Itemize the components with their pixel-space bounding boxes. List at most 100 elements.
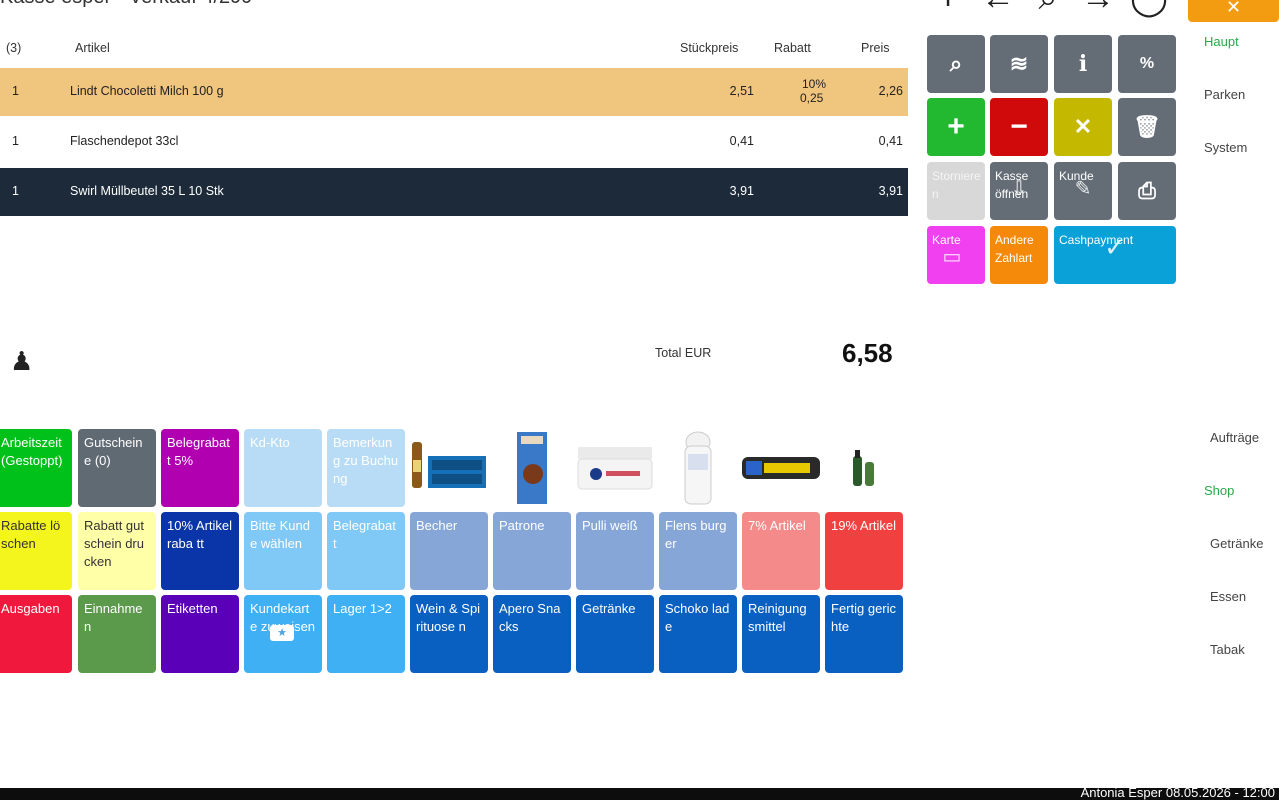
- col-article: Artikel: [75, 41, 110, 55]
- nav-haupt[interactable]: Haupt: [1204, 34, 1239, 49]
- tile-label: Patrone: [499, 518, 545, 533]
- tile-customer-account[interactable]: Kd-Kto: [244, 429, 322, 507]
- arrow-right-icon[interactable]: →: [1080, 0, 1116, 18]
- product-bottles[interactable]: [825, 429, 903, 507]
- storno-label: Storniere n: [932, 169, 981, 201]
- row-price: 3,91: [878, 184, 903, 198]
- other-payment-button[interactable]: Andere Zahlart: [990, 226, 1048, 284]
- tile-label: Belegrabat t 5%: [167, 435, 230, 468]
- tile-expenses[interactable]: Ausgaben: [0, 595, 72, 673]
- tile-wine-spirits[interactable]: Wein & Spirituose n: [410, 595, 488, 673]
- tile-receipt-discount-5[interactable]: Belegrabat t 5%: [161, 429, 239, 507]
- tile-pulli[interactable]: Pulli weiß: [576, 512, 654, 590]
- tile-labels[interactable]: Etiketten: [161, 595, 239, 673]
- storno-button[interactable]: Storniere n: [927, 162, 985, 220]
- table-row[interactable]: 1 Flaschendepot 33cl 0,41 0,41: [0, 118, 908, 166]
- tile-label: Schoko lade: [665, 601, 730, 634]
- person-icon[interactable]: ♟: [10, 346, 33, 377]
- row-unit-price: 3,91: [729, 184, 754, 198]
- cash-payment-button[interactable]: Cashpayment ✓: [1054, 226, 1176, 284]
- nav-tabak[interactable]: Tabak: [1210, 642, 1245, 657]
- logo-button[interactable]: ✕: [1188, 0, 1279, 22]
- minus-button[interactable]: −: [990, 98, 1048, 156]
- nav-essen[interactable]: Essen: [1210, 589, 1246, 604]
- search-icon[interactable]: ⌕: [1030, 0, 1066, 18]
- percent-button[interactable]: %: [1118, 35, 1176, 93]
- circle-icon[interactable]: ◯: [1130, 0, 1168, 18]
- delete-button[interactable]: 🗑: [1118, 98, 1176, 156]
- nav-getraenke[interactable]: Getränke: [1210, 536, 1263, 551]
- info-icon: i: [1078, 51, 1088, 77]
- info-button[interactable]: i: [1054, 35, 1112, 93]
- tile-drinks[interactable]: Getränke: [576, 595, 654, 673]
- product-trash-bags[interactable]: [742, 429, 820, 507]
- chocolate-image: [517, 432, 547, 504]
- tile-7-percent[interactable]: 7% Artikel: [742, 512, 820, 590]
- cancel-button[interactable]: ✕: [1054, 98, 1112, 156]
- tile-label: Bemerkun g zu Buchung: [333, 435, 399, 486]
- table-row[interactable]: 1 Swirl Müllbeutel 35 L 10 Stk 3,91 3,91: [0, 168, 908, 216]
- tile-select-customer[interactable]: Bitte Kunde wählen: [244, 512, 322, 590]
- tile-ready-meals[interactable]: Fertig gerichte: [825, 595, 903, 673]
- table-row[interactable]: 1 Lindt Chocoletti Milch 100 g 2,51 10% …: [0, 68, 908, 116]
- tile-cleaning[interactable]: Reinigung smittel: [742, 595, 820, 673]
- row-name: Flaschendepot 33cl: [70, 134, 179, 148]
- deodorant-image: [684, 431, 712, 505]
- tile-label: Belegrabat t: [333, 518, 396, 551]
- row-price: 2,26: [878, 84, 903, 98]
- layers-button[interactable]: ≋: [990, 35, 1048, 93]
- row-name: Lindt Chocoletti Milch 100 g: [70, 84, 224, 98]
- card-payment-button[interactable]: Karte ▭: [927, 226, 985, 284]
- tile-item-discount-10[interactable]: 10% Artikelraba tt: [161, 512, 239, 590]
- product-cream[interactable]: [576, 429, 654, 507]
- tile-label: Wein & Spirituose n: [416, 601, 481, 634]
- tile-flensburger[interactable]: Flens burger: [659, 512, 737, 590]
- nav-parken[interactable]: Parken: [1204, 87, 1245, 102]
- tile-vouchers[interactable]: Gutschein e (0): [78, 429, 156, 507]
- tile-label: Fertig gerichte: [831, 601, 897, 634]
- nav-system[interactable]: System: [1204, 140, 1247, 155]
- plus-icon[interactable]: +: [930, 0, 966, 18]
- status-bar: Antonia Esper 08.05.2026 - 12:00: [0, 785, 1279, 800]
- nav-auftraege[interactable]: Aufträge: [1210, 430, 1259, 445]
- trash-bags-image: [742, 457, 820, 479]
- arrow-left-icon[interactable]: ←: [980, 0, 1016, 18]
- print-button[interactable]: ⎙: [1118, 162, 1176, 220]
- tile-receipt-discount[interactable]: Belegrabat t: [327, 512, 405, 590]
- row-unit-price: 0,41: [729, 134, 754, 148]
- tile-label: Pulli weiß: [582, 518, 638, 533]
- row-discount: 10%: [802, 77, 827, 91]
- tile-income[interactable]: Einnahme n: [78, 595, 156, 673]
- customer-button[interactable]: Kunde ✎: [1054, 162, 1112, 220]
- tile-patrone[interactable]: Patrone: [493, 512, 571, 590]
- tile-print-discount-voucher[interactable]: Rabatt gutschein drucken: [78, 512, 156, 590]
- tile-booking-note[interactable]: Bemerkun g zu Buchung: [327, 429, 405, 507]
- row-qty: 1: [12, 134, 19, 148]
- close-icon: ✕: [1073, 114, 1093, 139]
- row-name: Swirl Müllbeutel 35 L 10 Stk: [70, 184, 224, 198]
- tile-label: Gutschein e (0): [84, 435, 143, 468]
- tile-worktime[interactable]: Arbeitszeit (Gestoppt): [0, 429, 72, 507]
- check-icon: ✓: [1104, 232, 1126, 262]
- search-button[interactable]: ⌕: [927, 35, 985, 93]
- tile-19-percent[interactable]: 19% Artikel: [825, 512, 903, 590]
- tile-clear-discounts[interactable]: Rabatte löschen: [0, 512, 72, 590]
- row-unit-price: 2,51: [729, 84, 754, 98]
- plus-button[interactable]: +: [927, 98, 985, 156]
- product-beer-crate[interactable]: [410, 429, 488, 507]
- product-chocolate[interactable]: [493, 429, 571, 507]
- plus-icon: +: [947, 110, 965, 143]
- tile-label: Rabatte löschen: [1, 518, 61, 551]
- tile-label: Apero Snacks: [499, 601, 561, 634]
- product-deodorant[interactable]: [659, 429, 737, 507]
- tile-label: Lager 1>2: [333, 601, 392, 616]
- tile-chocolate[interactable]: Schoko lade: [659, 595, 737, 673]
- tile-stock-transfer[interactable]: Lager 1>2: [327, 595, 405, 673]
- tile-assign-customer-card[interactable]: Kundekart e zuweisen★: [244, 595, 322, 673]
- tile-apero-snacks[interactable]: Apero Snacks: [493, 595, 571, 673]
- tile-becher[interactable]: Becher: [410, 512, 488, 590]
- tile-label: Arbeitszeit (Gestoppt): [1, 435, 63, 468]
- nav-shop[interactable]: Shop: [1204, 483, 1234, 498]
- open-drawer-button[interactable]: Kasse öffnen ⇩: [990, 162, 1048, 220]
- user-edit-icon: ✎: [1074, 178, 1092, 200]
